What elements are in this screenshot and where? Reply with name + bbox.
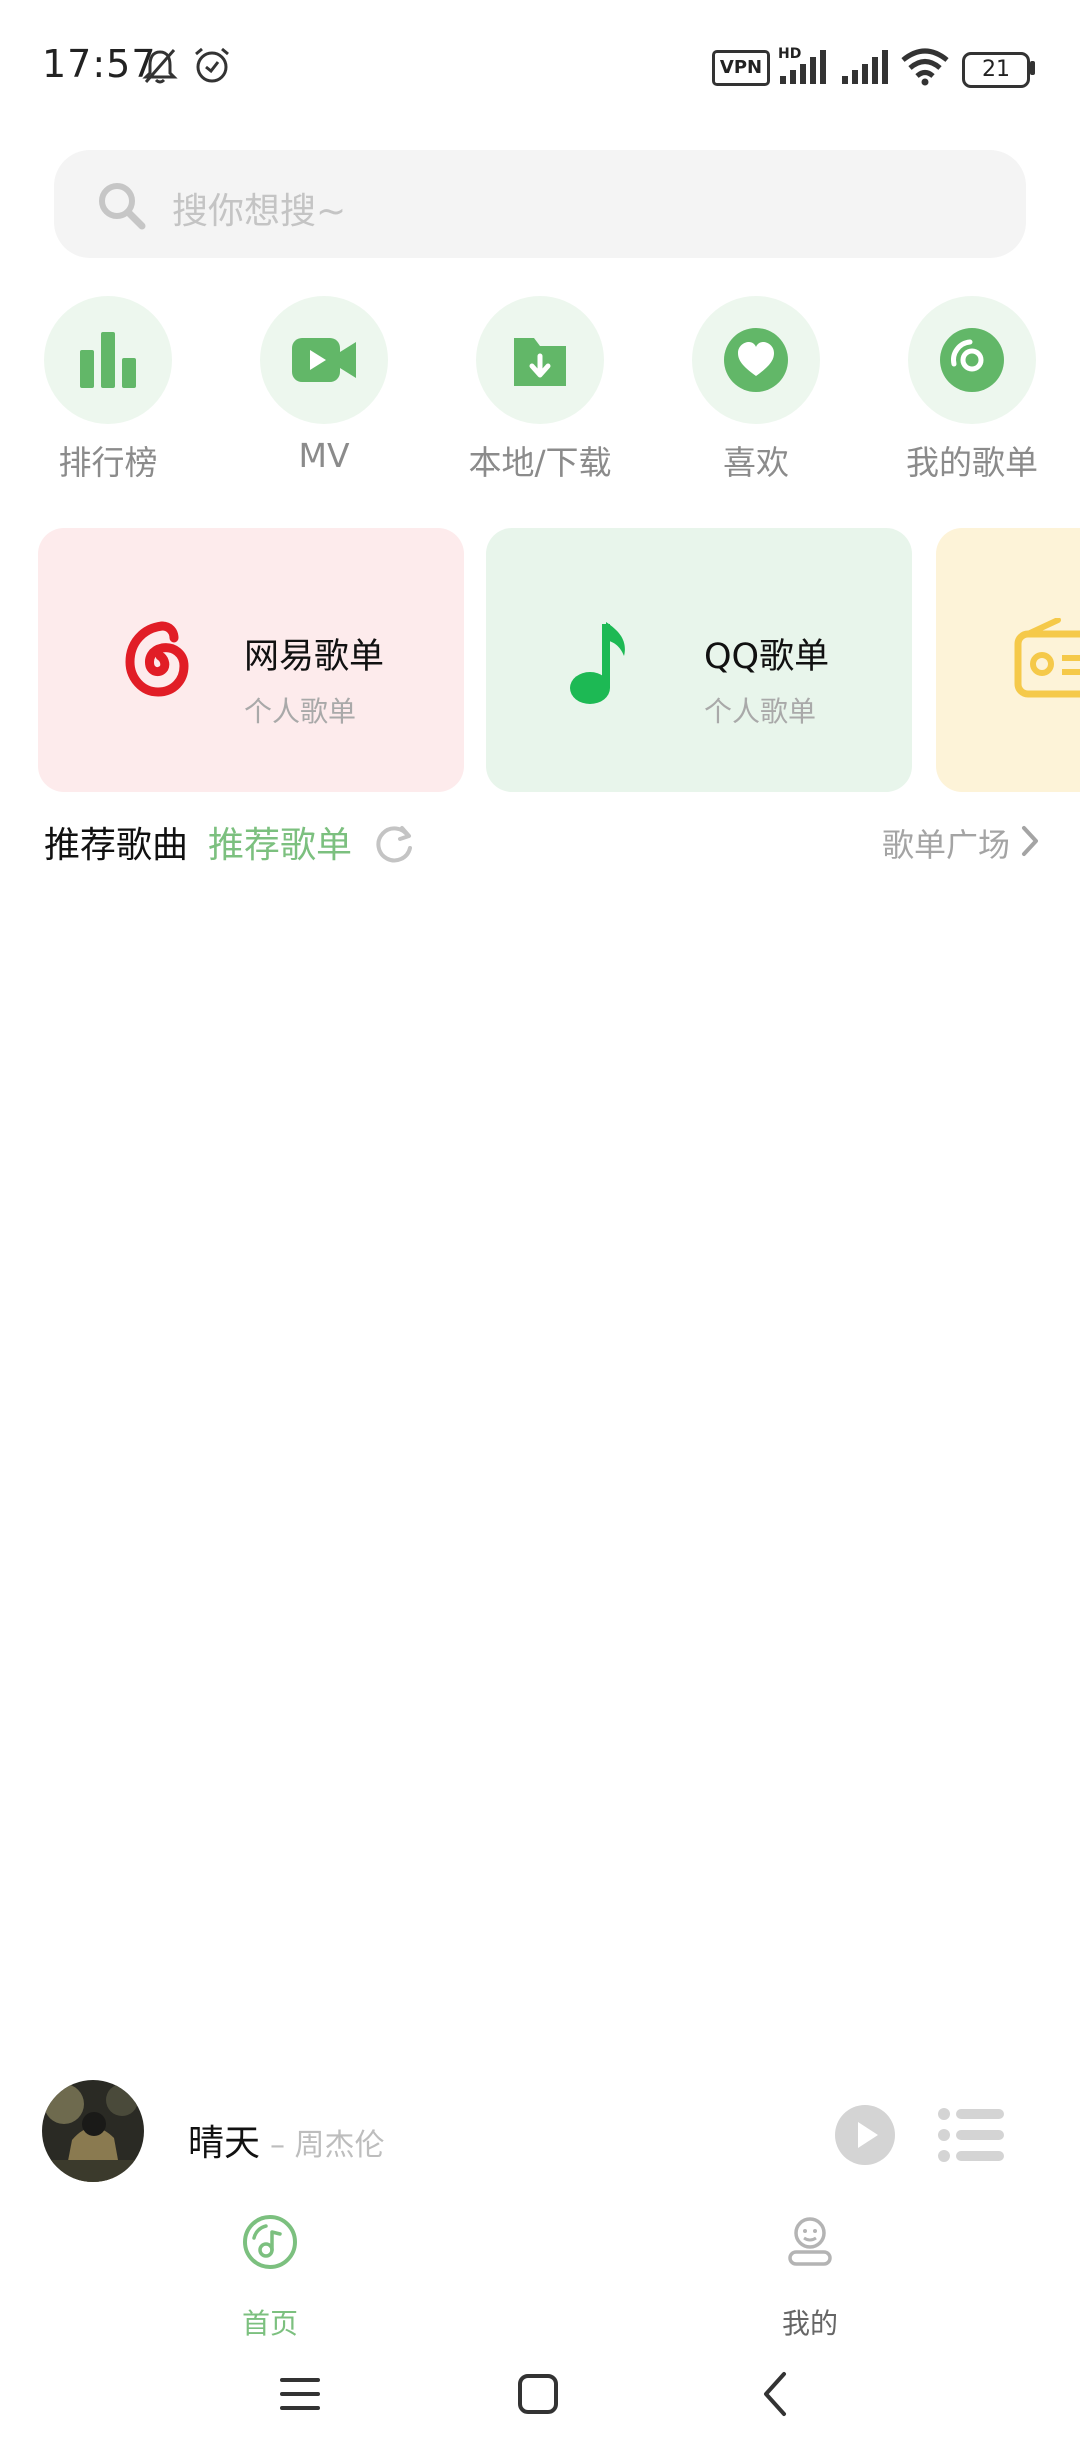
- quick-circle: [692, 296, 820, 424]
- playlist-plaza-link[interactable]: 歌单广场: [882, 820, 1010, 866]
- quick-item-my-playlists[interactable]: 我的歌单: [864, 296, 1080, 486]
- album-art: [42, 2080, 144, 2182]
- quick-label: 我的歌单: [906, 443, 1038, 482]
- alarm-icon: [195, 47, 229, 83]
- bell-off-icon: [142, 49, 178, 84]
- quick-item-mv[interactable]: MV: [216, 296, 432, 486]
- signal-icon: [780, 50, 826, 84]
- play-icon[interactable]: [834, 2104, 896, 2166]
- card-subtitle: 个人歌单: [244, 695, 357, 728]
- quick-entries: 排行榜 MV 本地/下载 喜欢 我的歌单: [0, 296, 1080, 486]
- nav-label-mine: 我的: [781, 2307, 838, 2340]
- card-radio[interactable]: [936, 528, 1080, 792]
- home-square-icon[interactable]: [516, 2372, 560, 2416]
- card-subtitle: 个人歌单: [704, 695, 817, 728]
- quick-label: 排行榜: [58, 443, 158, 482]
- nav-home[interactable]: 首页: [170, 2210, 370, 2340]
- search-bar[interactable]: 搜你想搜~: [54, 150, 1026, 258]
- back-icon[interactable]: [756, 2370, 796, 2418]
- search-input[interactable]: 搜你想搜~: [172, 182, 346, 234]
- heart-icon: [724, 328, 788, 392]
- battery-level: 21: [982, 57, 1010, 82]
- refresh-icon[interactable]: [372, 822, 416, 866]
- card-netease[interactable]: 网易歌单 个人歌单: [38, 528, 464, 792]
- quick-label: MV: [298, 436, 350, 475]
- quick-item-local[interactable]: 本地/下载: [432, 296, 648, 486]
- playlist-cards: 网易歌单 个人歌单 QQ歌单 个人歌单: [0, 528, 1080, 792]
- download-folder-icon: [514, 338, 566, 386]
- song-artist: – 周杰伦: [270, 2128, 385, 2163]
- quick-circle: [476, 296, 604, 424]
- quick-item-favorites[interactable]: 喜欢: [648, 296, 864, 486]
- chevron-right-icon: [1022, 826, 1038, 856]
- vpn-icon: VPN: [712, 50, 770, 86]
- mini-player[interactable]: 晴天 – 周杰伦: [0, 2080, 1080, 2188]
- playlist-queue-icon[interactable]: [938, 2104, 1004, 2166]
- nav-label-home: 首页: [241, 2307, 298, 2340]
- profile-icon: [788, 2217, 832, 2266]
- battery-tip: [1030, 61, 1035, 75]
- search-icon: [99, 183, 146, 230]
- video-icon: [292, 338, 356, 382]
- disc-icon: [940, 328, 1004, 392]
- quick-label: 喜欢: [723, 443, 789, 482]
- song-title: 晴天: [188, 2123, 261, 2164]
- bar-chart-icon: [80, 332, 136, 388]
- card-title: 网易歌单: [244, 637, 385, 677]
- tab-recommended-songs[interactable]: 推荐歌曲: [44, 816, 188, 868]
- qq-music-icon: [570, 622, 625, 704]
- quick-circle: [908, 296, 1036, 424]
- nav-mine[interactable]: 我的: [710, 2210, 910, 2340]
- tab-recommended-playlists[interactable]: 推荐歌单: [208, 816, 352, 868]
- card-title: QQ歌单: [704, 637, 830, 677]
- quick-label: 本地/下载: [468, 443, 612, 482]
- album-cover[interactable]: [42, 2080, 144, 2182]
- quick-item-charts[interactable]: 排行榜: [0, 296, 216, 486]
- recommend-bar: 推荐歌曲 推荐歌单 歌单广场: [0, 810, 1080, 874]
- quick-circle: [44, 296, 172, 424]
- music-disc-icon: [243, 2215, 297, 2269]
- battery-icon: 21: [962, 52, 1030, 88]
- quick-circle: [260, 296, 388, 424]
- netease-music-icon: [125, 621, 189, 697]
- status-bar: 17:57 VPN HD 21: [0, 0, 1080, 130]
- system-nav-bar: [0, 2350, 1080, 2460]
- radio-icon: [1014, 618, 1080, 698]
- wifi-icon: [901, 48, 949, 86]
- menu-icon[interactable]: [278, 2372, 322, 2416]
- card-qq[interactable]: QQ歌单 个人歌单: [486, 528, 912, 792]
- bottom-nav: 首页 我的: [0, 2210, 1080, 2340]
- signal-icon-2: [842, 50, 888, 84]
